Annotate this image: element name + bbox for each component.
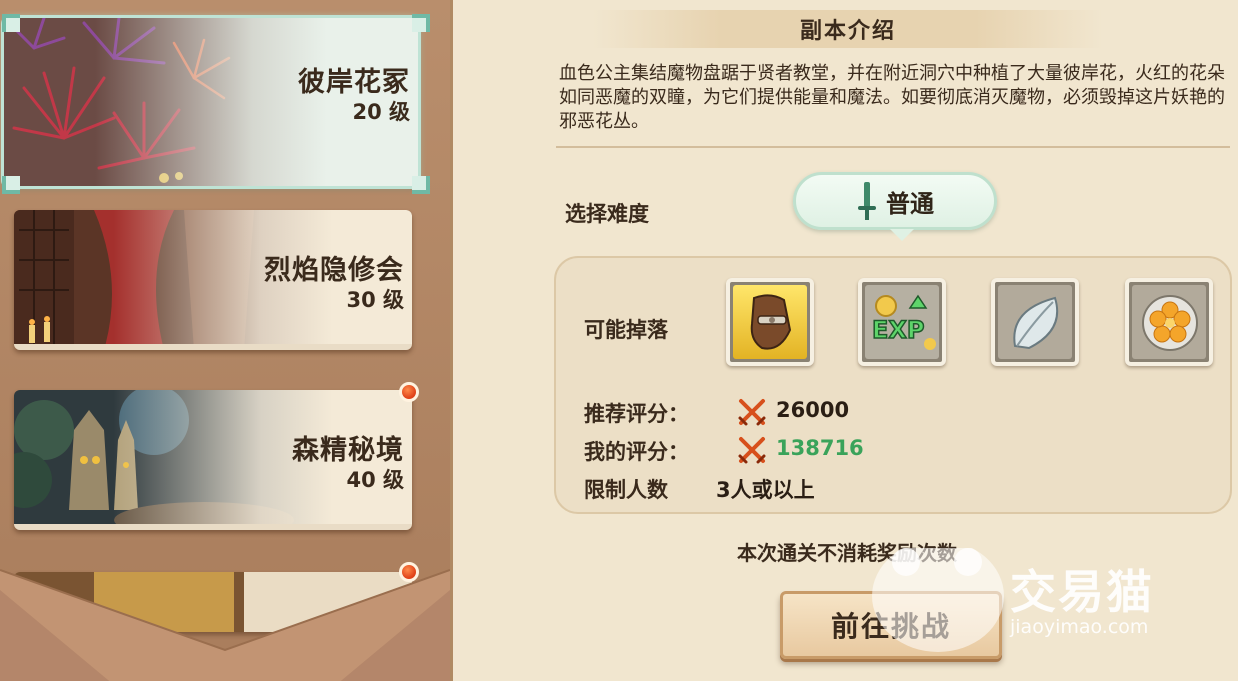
recommended-score-value: 26000 xyxy=(776,398,850,422)
section-header: 副本介绍 xyxy=(593,10,1103,48)
difficulty-value: 普通 xyxy=(886,189,934,218)
flower-coin-icon xyxy=(1142,295,1198,351)
dungeon-level: 40 级 xyxy=(346,468,404,492)
dungeon-name: 森精秘境 xyxy=(292,435,404,466)
drop-item-leaf[interactable] xyxy=(991,278,1079,366)
dungeon-info-box: 可能掉落 EXP 推荐评分： 26000 我的评分： 138716 限制人数 3… xyxy=(554,256,1232,514)
notification-dot-icon xyxy=(399,382,419,402)
dungeon-card-flame-order[interactable]: 烈焰隐修会 30 级 xyxy=(14,210,412,350)
dungeon-description: 血色公主集结魔物盘踞于贤者教堂，并在附近洞穴中种植了大量彼岸花，火红的花朵如同恶… xyxy=(559,63,1225,132)
dungeon-level: 20 级 xyxy=(352,100,410,124)
svg-text:EXP: EXP xyxy=(872,316,925,344)
player-limit-label: 限制人数 xyxy=(584,478,668,502)
drop-item-flower-coin[interactable] xyxy=(1125,278,1213,366)
my-score-value: 138716 xyxy=(776,436,864,460)
drop-item-exp[interactable]: EXP xyxy=(858,278,946,366)
dungeon-card-forest-realm[interactable]: 森精秘境 40 级 xyxy=(14,390,412,530)
selection-corner-icon xyxy=(2,176,20,194)
intro-title: 副本介绍 xyxy=(799,19,896,44)
dungeon-card-higanbana[interactable]: 彼岸花冢 20 级 xyxy=(1,15,421,189)
dungeon-list: 彼岸花冢 20 级 烈焰隐修会 30 级 森精秘境 40 级 xyxy=(0,0,450,681)
drop-item-gauntlet[interactable] xyxy=(726,278,814,366)
player-limit-value: 3人或以上 xyxy=(716,478,815,502)
selection-corner-icon xyxy=(412,176,430,194)
envelope-pocket xyxy=(0,569,450,681)
go-challenge-button[interactable]: 前往挑战 xyxy=(780,591,1002,659)
dungeon-name: 彼岸花冢 xyxy=(298,67,410,98)
divider xyxy=(556,146,1230,148)
exp-icon: EXP xyxy=(871,294,936,350)
watermark-text: 交易猫 xyxy=(1010,565,1154,619)
difficulty-selector[interactable]: 普通 xyxy=(793,172,997,241)
watermark-url: jiaoyimao.com xyxy=(1010,616,1149,638)
selection-corner-icon xyxy=(412,14,430,32)
recommended-score-label: 推荐评分： xyxy=(584,402,689,426)
drops-label: 可能掉落 xyxy=(584,318,668,342)
my-score-label: 我的评分： xyxy=(584,440,689,464)
leaf-icon xyxy=(1013,296,1059,350)
crossed-swords-icon xyxy=(738,437,766,464)
dungeon-name: 烈焰隐修会 xyxy=(264,255,404,286)
challenge-button-label: 前往挑战 xyxy=(830,610,951,643)
difficulty-label: 选择难度 xyxy=(565,202,649,226)
dungeon-level: 30 级 xyxy=(346,288,404,312)
gauntlet-icon xyxy=(750,294,792,350)
crossed-swords-icon xyxy=(738,399,766,426)
sword-icon xyxy=(858,182,876,220)
selection-corner-icon xyxy=(2,14,20,32)
